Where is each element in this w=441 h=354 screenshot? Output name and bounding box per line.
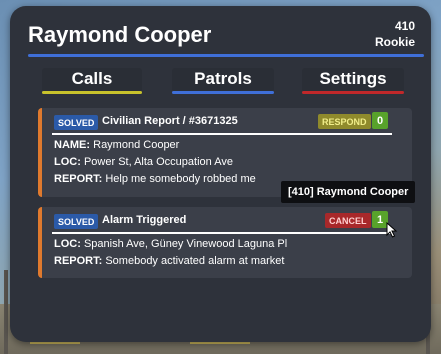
mouse-cursor-icon [386, 222, 398, 238]
solved-badge[interactable]: SOLVED [54, 214, 99, 229]
call-card-stripe [38, 207, 42, 278]
mdt-panel: Raymond Cooper 410 Rookie Calls Patrols … [10, 6, 431, 342]
field-value: Power St, Alta Occupation Ave [83, 156, 233, 168]
field-value: Help me somebody robbed me [105, 173, 256, 185]
field-label: REPORT: [54, 255, 103, 267]
call-card-divider [52, 232, 392, 234]
call-field-name: NAME: Raymond Cooper [54, 139, 179, 151]
call-title: Civilian Report / #3671325 [102, 115, 238, 127]
respond-button[interactable]: RESPOND [318, 114, 371, 129]
call-card-stripe [38, 108, 42, 197]
solved-badge[interactable]: SOLVED [54, 115, 99, 130]
field-value: Spanish Ave, Güney Vinewood Laguna Pl [83, 238, 288, 250]
field-label: REPORT: [54, 173, 103, 185]
tab-patrols-underline [172, 91, 274, 94]
field-label: NAME: [54, 139, 91, 151]
responder-count[interactable]: 0 [372, 112, 388, 129]
tab-patrols[interactable]: Patrols [172, 68, 274, 94]
tab-calls-underline [42, 91, 142, 94]
tab-settings-underline [302, 91, 404, 94]
tab-settings[interactable]: Settings [302, 68, 404, 94]
call-card: SOLVED Alarm Triggered CANCEL 1 LOC: Spa… [38, 207, 412, 278]
call-field-location: LOC: Power St, Alta Occupation Ave [54, 156, 233, 168]
tab-patrols-label: Patrols [194, 69, 252, 88]
responder-tooltip: [410] Raymond Cooper [281, 181, 416, 203]
tab-calls[interactable]: Calls [42, 68, 142, 94]
call-field-location: LOC: Spanish Ave, Güney Vinewood Laguna … [54, 238, 287, 250]
officer-name: Raymond Cooper [28, 22, 212, 47]
call-field-report: REPORT: Somebody activated alarm at mark… [54, 255, 284, 267]
call-title: Alarm Triggered [102, 214, 187, 226]
callsign-number: 410 [394, 19, 415, 33]
tab-calls-label: Calls [71, 69, 113, 88]
field-label: LOC: [54, 156, 81, 168]
field-label: LOC: [54, 238, 81, 250]
header-divider [28, 54, 424, 57]
call-field-report: REPORT: Help me somebody robbed me [54, 173, 256, 185]
field-value: Somebody activated alarm at market [105, 255, 285, 267]
cancel-button[interactable]: CANCEL [325, 213, 371, 228]
officer-rank: Rookie [374, 35, 415, 49]
background-pole [4, 270, 8, 354]
call-card-divider [52, 133, 392, 135]
tab-settings-label: Settings [319, 69, 387, 88]
officer-callsign: 410 Rookie [375, 18, 415, 50]
field-value: Raymond Cooper [93, 139, 180, 151]
